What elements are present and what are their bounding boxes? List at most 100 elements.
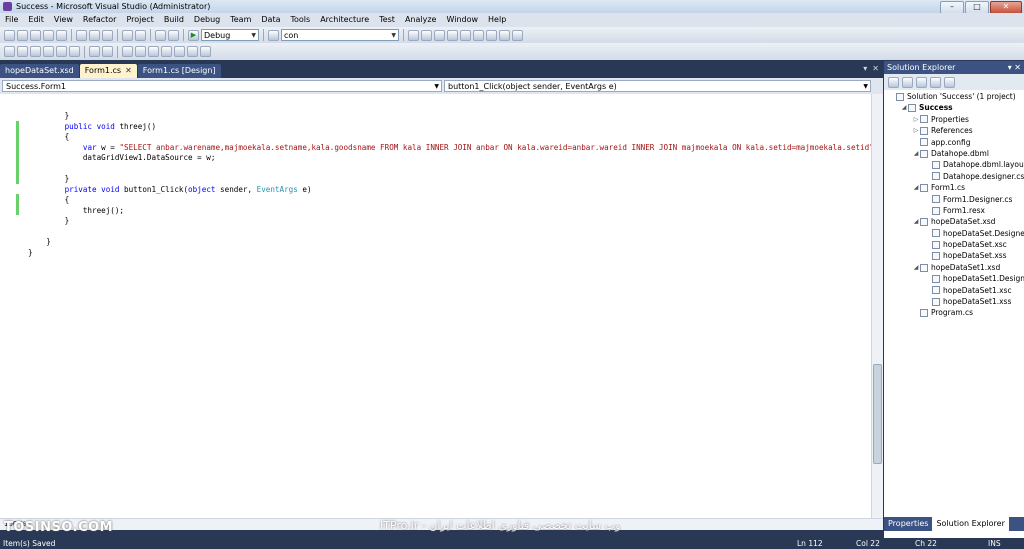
- scrollbar-thumb[interactable]: [873, 364, 882, 464]
- start-debugging-icon[interactable]: ▶: [188, 29, 199, 41]
- decrease-indent-icon[interactable]: [56, 46, 67, 57]
- tree-item[interactable]: hopeDataSet.xss: [884, 250, 1024, 261]
- tree-item[interactable]: Datahope.dbml.layout: [884, 159, 1024, 170]
- tree-item[interactable]: ◢ Form1.cs: [884, 182, 1024, 193]
- code-line[interactable]: private void button1_Click(object sender…: [28, 185, 878, 196]
- code-editor[interactable]: } public void threej() { var w = "SELECT…: [0, 94, 878, 518]
- code-text[interactable]: } public void threej() { var w = "SELECT…: [28, 111, 878, 258]
- display-object-member-list-icon[interactable]: [4, 46, 15, 57]
- complete-word-icon[interactable]: [43, 46, 54, 57]
- configuration-combo[interactable]: Debug ▼: [201, 29, 259, 41]
- expander-icon[interactable]: ◢: [912, 262, 920, 273]
- tree-item[interactable]: ▷ References: [884, 125, 1024, 136]
- quick-info-icon[interactable]: [30, 46, 41, 57]
- code-line[interactable]: }: [28, 248, 878, 259]
- cut-icon[interactable]: [76, 29, 87, 41]
- start-page-icon[interactable]: [499, 29, 510, 41]
- close-icon[interactable]: ✕: [125, 64, 132, 78]
- vertical-scrollbar[interactable]: [871, 94, 883, 518]
- expander-icon[interactable]: ▷: [912, 114, 920, 125]
- code-line[interactable]: public void threej(): [28, 122, 878, 133]
- tree-item[interactable]: hopeDataSet1.Designer.cs: [884, 273, 1024, 284]
- menu-build[interactable]: Build: [159, 13, 189, 27]
- code-line[interactable]: }: [28, 111, 878, 122]
- tree-item[interactable]: ◢ Datahope.dbml: [884, 148, 1024, 159]
- menu-help[interactable]: Help: [483, 13, 511, 27]
- redo-icon[interactable]: [135, 29, 146, 41]
- paste-icon[interactable]: [102, 29, 113, 41]
- team-explorer-icon[interactable]: [460, 29, 471, 41]
- tree-item[interactable]: app.config: [884, 137, 1024, 148]
- add-item-icon[interactable]: [17, 29, 28, 41]
- tree-item[interactable]: hopeDataSet.Designer.cs: [884, 228, 1024, 239]
- code-line[interactable]: var w = "SELECT anbar.warename,majmoekal…: [28, 143, 879, 154]
- tree-item[interactable]: Datahope.designer.cs: [884, 171, 1024, 182]
- toolbox-icon[interactable]: [447, 29, 458, 41]
- pane-controls[interactable]: ▾ ✕: [1008, 61, 1021, 74]
- menu-tools[interactable]: Tools: [285, 13, 315, 27]
- copy-icon[interactable]: [89, 29, 100, 41]
- menu-edit[interactable]: Edit: [23, 13, 49, 27]
- menu-team[interactable]: Team: [225, 13, 256, 27]
- tab-form1-cs-design[interactable]: Form1.cs [Design]: [137, 64, 221, 78]
- tree-item[interactable]: Form1.resx: [884, 205, 1024, 216]
- code-line[interactable]: }: [28, 237, 878, 248]
- menu-data[interactable]: Data: [256, 13, 285, 27]
- tab-hopedataset-xsd[interactable]: hopeDataSet.xsd: [0, 64, 79, 78]
- close-tab-icon[interactable]: ✕: [872, 64, 879, 73]
- menu-project[interactable]: Project: [121, 13, 158, 27]
- code-line[interactable]: {: [28, 132, 878, 143]
- new-project-icon[interactable]: [4, 29, 15, 41]
- tree-item[interactable]: Solution 'Success' (1 project): [884, 91, 1024, 102]
- expander-icon[interactable]: ◢: [912, 148, 920, 159]
- next-bookmark-icon[interactable]: [148, 46, 159, 57]
- tree-item[interactable]: Program.cs: [884, 307, 1024, 318]
- open-file-icon[interactable]: [30, 29, 41, 41]
- menu-refactor[interactable]: Refactor: [78, 13, 122, 27]
- menu-analyze[interactable]: Analyze: [400, 13, 442, 27]
- view-code-icon[interactable]: [930, 76, 941, 88]
- tree-item[interactable]: ◢ hopeDataSet.xsd: [884, 216, 1024, 227]
- code-line[interactable]: }: [28, 216, 878, 227]
- increase-indent-icon[interactable]: [69, 46, 80, 57]
- menu-test[interactable]: Test: [374, 13, 400, 27]
- expander-icon[interactable]: ◢: [912, 216, 920, 227]
- menu-debug[interactable]: Debug: [189, 13, 225, 27]
- extension-manager-icon[interactable]: [486, 29, 497, 41]
- code-line[interactable]: threej();: [28, 206, 878, 217]
- find-in-files-icon[interactable]: [268, 29, 279, 41]
- code-line[interactable]: dataGridView1.DataSource = w;: [28, 153, 878, 164]
- next-bookmark-in-folder-icon[interactable]: [174, 46, 185, 57]
- menu-window[interactable]: Window: [441, 13, 483, 27]
- tree-item[interactable]: ◢ hopeDataSet1.xsd: [884, 262, 1024, 273]
- object-browser-icon[interactable]: [434, 29, 445, 41]
- toggle-bookmark-icon[interactable]: [122, 46, 133, 57]
- save-icon[interactable]: [43, 29, 54, 41]
- tree-item[interactable]: ◢ Success: [884, 102, 1024, 113]
- tree-item[interactable]: hopeDataSet1.xss: [884, 296, 1024, 307]
- clear-bookmarks-icon[interactable]: [187, 46, 198, 57]
- code-line[interactable]: }: [28, 174, 878, 185]
- expander-icon[interactable]: ▷: [912, 125, 920, 136]
- tab-dropdown-icon[interactable]: ▾: [863, 64, 867, 73]
- undo-icon[interactable]: [122, 29, 133, 41]
- pane-tab-solution-explorer[interactable]: Solution Explorer: [932, 517, 1009, 531]
- refresh-icon[interactable]: [916, 76, 927, 88]
- member-combo[interactable]: button1_Click(object sender, EventArgs e…: [444, 80, 871, 92]
- toolbar-options-icon[interactable]: [512, 29, 523, 41]
- solution-explorer-icon[interactable]: [408, 29, 419, 41]
- code-line[interactable]: [28, 227, 878, 238]
- tree-item[interactable]: Form1.Designer.cs: [884, 194, 1024, 205]
- menu-architecture[interactable]: Architecture: [315, 13, 374, 27]
- previous-bookmark-icon[interactable]: [135, 46, 146, 57]
- pane-tab-properties[interactable]: Properties: [884, 517, 932, 531]
- class-combo[interactable]: Success.Form1 ▼: [2, 80, 442, 92]
- code-line[interactable]: {: [28, 195, 878, 206]
- expander-icon[interactable]: ◢: [912, 182, 920, 193]
- expander-icon[interactable]: ◢: [900, 102, 908, 113]
- code-line[interactable]: [28, 164, 878, 175]
- previous-bookmark-in-folder-icon[interactable]: [161, 46, 172, 57]
- server-explorer-icon[interactable]: [473, 29, 484, 41]
- show-all-files-icon[interactable]: [902, 76, 913, 88]
- properties-window-icon[interactable]: [421, 29, 432, 41]
